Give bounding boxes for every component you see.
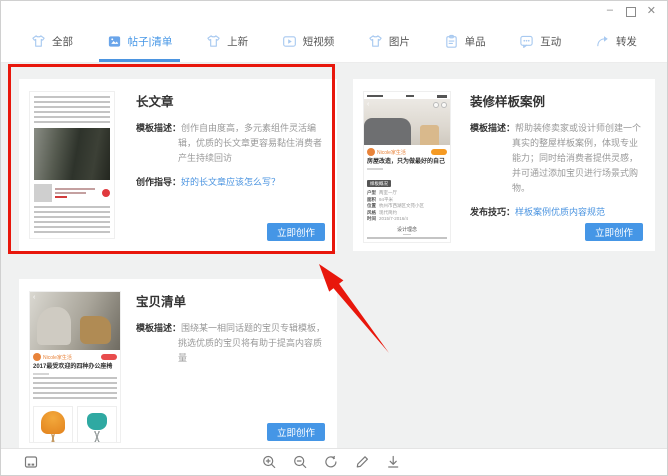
tab-short-video[interactable]: 短视频 — [282, 21, 335, 62]
edit-icon[interactable] — [354, 454, 370, 470]
price-text — [55, 196, 67, 198]
template-card-decor-case[interactable]: ‹ Nicole家生活 房屋改造，只为做最好的自己 样板概况 户型两室一厅 面积… — [353, 79, 655, 251]
tshirt-icon — [206, 34, 221, 49]
tab-repost[interactable]: 转发 — [595, 21, 637, 62]
save-icon[interactable] — [23, 454, 39, 470]
avatar — [33, 353, 41, 361]
content-area: 长文章 模板描述：创作自由度高，多元素组件灵活编辑，优质的长文章更容易黏住消费者… — [1, 63, 667, 451]
tab-label: 转发 — [616, 34, 637, 49]
tab-label: 图片 — [389, 34, 410, 49]
phone-preview-thumbnail: ‹ Nicole家生活 房屋改造，只为做最好的自己 样板概况 户型两室一厅 面积… — [363, 91, 451, 243]
card-title: 长文章 — [136, 91, 327, 110]
username: Nicole家生活 — [377, 149, 406, 156]
template-description: 模板描述：帮助装修卖家或设计师创建一个真实的整屋样板案例，体现专业能力；同时给消… — [470, 121, 645, 196]
orange-chair-image — [33, 406, 73, 443]
buy-icon — [102, 189, 110, 197]
tab-all[interactable]: 全部 — [31, 21, 73, 62]
refresh-icon[interactable] — [323, 454, 339, 470]
article-photo — [34, 128, 110, 180]
overview-tag: 样板概况 — [367, 180, 391, 187]
tab-image[interactable]: 图片 — [368, 21, 410, 62]
placeholder-text — [367, 237, 447, 244]
titlebar: – ✕ — [1, 1, 667, 21]
app-window: – ✕ 全部 帖子|清单 上新 短视频 — [0, 0, 668, 476]
living-room-photo: ‹ — [364, 99, 450, 145]
tab-label: 帖子|清单 — [128, 34, 173, 49]
username: Nicole家生活 — [43, 354, 72, 361]
tab-label: 互动 — [540, 34, 561, 49]
tab-interaction[interactable]: 互动 — [519, 21, 561, 62]
placeholder-text — [34, 206, 110, 233]
back-chevron-icon: ‹ — [367, 101, 369, 109]
tab-label: 单品 — [465, 34, 486, 49]
tab-post-list[interactable]: 帖子|清单 — [107, 21, 173, 62]
tshirt-icon — [368, 34, 383, 49]
tab-single-item[interactable]: 单品 — [444, 21, 486, 62]
photo-action-icon — [433, 102, 439, 108]
create-now-button[interactable]: 立即创作 — [585, 223, 643, 241]
placeholder-text — [33, 377, 117, 401]
tips-link[interactable]: 样板案例优质内容规范 — [515, 207, 605, 217]
minimize-button[interactable]: – — [607, 4, 613, 16]
post-title: 房屋改造，只为做最好的自己 — [364, 157, 450, 166]
post-list-icon — [107, 34, 122, 49]
create-now-button[interactable]: 立即创作 — [267, 423, 325, 441]
follow-badge — [431, 149, 447, 155]
back-chevron-icon: ‹ — [33, 294, 35, 302]
article-preview-thumbnail — [29, 91, 115, 239]
placeholder-text — [34, 96, 110, 125]
share-arrow-icon — [595, 34, 610, 49]
clipboard-icon — [444, 34, 459, 49]
publish-tips: 发布技巧：样板案例优质内容规范 — [470, 205, 645, 220]
list-preview-thumbnail: ‹ Nicole家生活 2017最受欢迎的四种办公座椅 — [29, 291, 121, 443]
guide-link[interactable]: 好的长文章应该怎么写？ — [181, 177, 280, 187]
close-button[interactable]: ✕ — [647, 5, 656, 17]
product-thumbnail — [34, 184, 52, 202]
tab-label: 短视频 — [303, 34, 335, 49]
video-icon — [282, 34, 297, 49]
chairs-photo: ‹ — [30, 292, 120, 350]
template-card-item-list[interactable]: ‹ Nicole家生活 2017最受欢迎的四种办公座椅 宝贝清单 模板描述：围绕… — [19, 279, 337, 451]
card-title: 宝贝清单 — [136, 291, 327, 310]
tshirt-icon — [31, 34, 46, 49]
phone-status-bar — [364, 92, 450, 99]
product-card — [34, 183, 110, 203]
follow-badge — [101, 354, 117, 360]
tab-new-arrival[interactable]: 上新 — [206, 21, 248, 62]
photo-action-icon — [441, 102, 447, 108]
bottom-toolbar — [1, 448, 667, 475]
maximize-button[interactable] — [626, 7, 636, 17]
create-now-button[interactable]: 立即创作 — [267, 223, 325, 241]
template-description: 模板描述：创作自由度高，多元素组件灵活编辑，优质的长文章更容易黏住消费者产生持续… — [136, 121, 327, 166]
avatar — [367, 148, 375, 156]
tab-label: 上新 — [227, 34, 248, 49]
tab-bar: 全部 帖子|清单 上新 短视频 图片 — [1, 21, 667, 63]
download-icon[interactable] — [385, 454, 401, 470]
zoom-out-icon[interactable] — [292, 454, 308, 470]
post-title: 2017最受欢迎的四种办公座椅 — [30, 362, 120, 371]
template-card-long-article[interactable]: 长文章 模板描述：创作自由度高，多元素组件灵活编辑，优质的长文章更容易黏住消费者… — [19, 79, 337, 251]
template-description: 模板描述：围绕某一相同话题的宝贝专辑模板，挑选优质的宝贝将有助于提高内容质量 — [136, 321, 327, 366]
design-concept-heading: 设计理念 — [364, 226, 450, 235]
creation-guide: 创作指导：好的长文章应该怎么写？ — [136, 175, 327, 190]
card-title: 装修样板案例 — [470, 91, 645, 110]
tab-label: 全部 — [52, 34, 73, 49]
teal-chair-image — [77, 406, 117, 443]
chat-bubble-icon — [519, 34, 534, 49]
zoom-in-icon[interactable] — [261, 454, 277, 470]
